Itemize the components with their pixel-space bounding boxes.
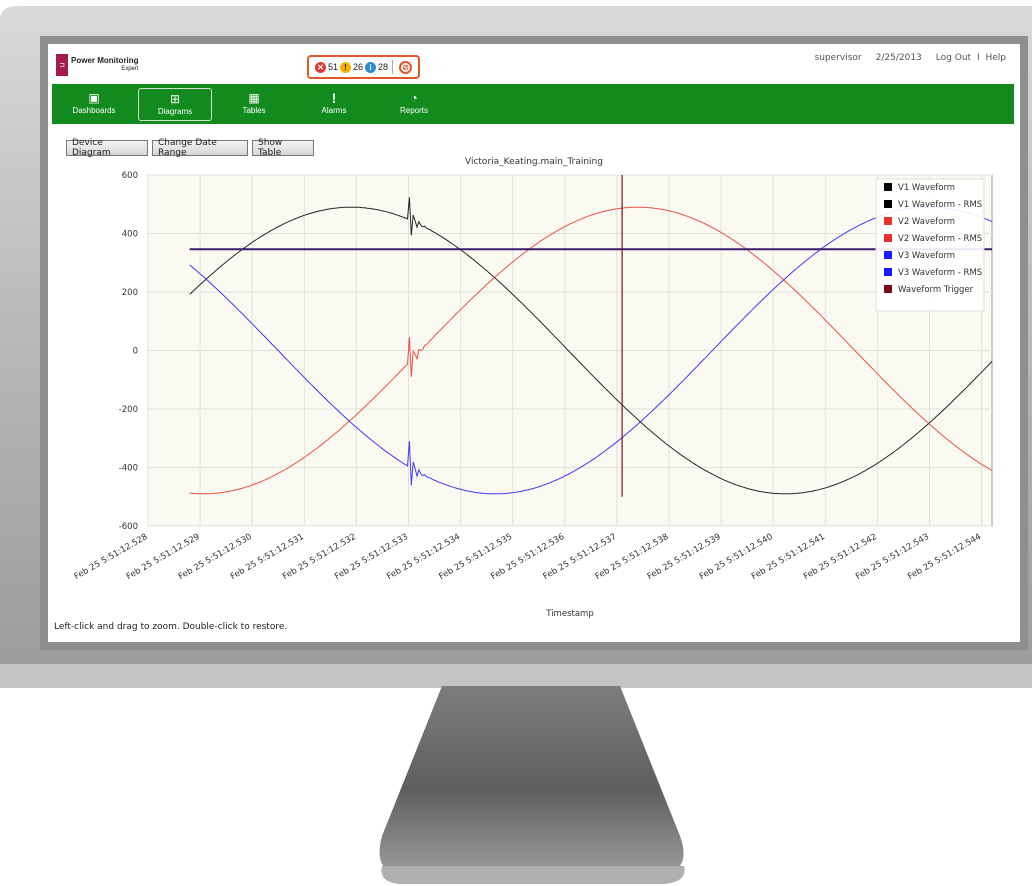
- app-screen: ⊐ Power Monitoring Expert ✕ 51 ! 26 i 28…: [48, 44, 1020, 642]
- y-tick-label: 200: [122, 288, 138, 298]
- legend-label: Waveform Trigger: [898, 285, 974, 295]
- legend-label: V1 Waveform - RMS: [898, 200, 982, 210]
- waveform-chart[interactable]: 6004002000-200-400-600Feb 25 5:51:12.528…: [48, 44, 1020, 642]
- y-tick-label: -600: [119, 522, 138, 532]
- legend-swatch: [884, 200, 892, 208]
- y-tick-label: 400: [122, 230, 138, 240]
- legend-swatch: [884, 217, 892, 225]
- legend-label: V1 Waveform: [898, 183, 955, 193]
- x-axis-title: Timestamp: [545, 609, 593, 619]
- legend-swatch: [884, 183, 892, 191]
- legend-swatch: [884, 251, 892, 259]
- legend-swatch: [884, 234, 892, 242]
- legend-swatch: [884, 268, 892, 276]
- monitor-stand: [379, 686, 685, 884]
- y-tick-label: -400: [119, 464, 138, 474]
- legend-label: V2 Waveform: [898, 217, 955, 227]
- legend-swatch: [884, 285, 892, 293]
- legend-label: V2 Waveform - RMS: [898, 234, 982, 244]
- y-tick-label: 0: [133, 347, 138, 357]
- y-tick-label: 600: [122, 171, 138, 181]
- y-tick-label: -200: [119, 405, 138, 415]
- zoom-hint: Left-click and drag to zoom. Double-clic…: [54, 622, 288, 632]
- legend-label: V3 Waveform - RMS: [898, 268, 982, 278]
- legend-label: V3 Waveform: [898, 251, 955, 261]
